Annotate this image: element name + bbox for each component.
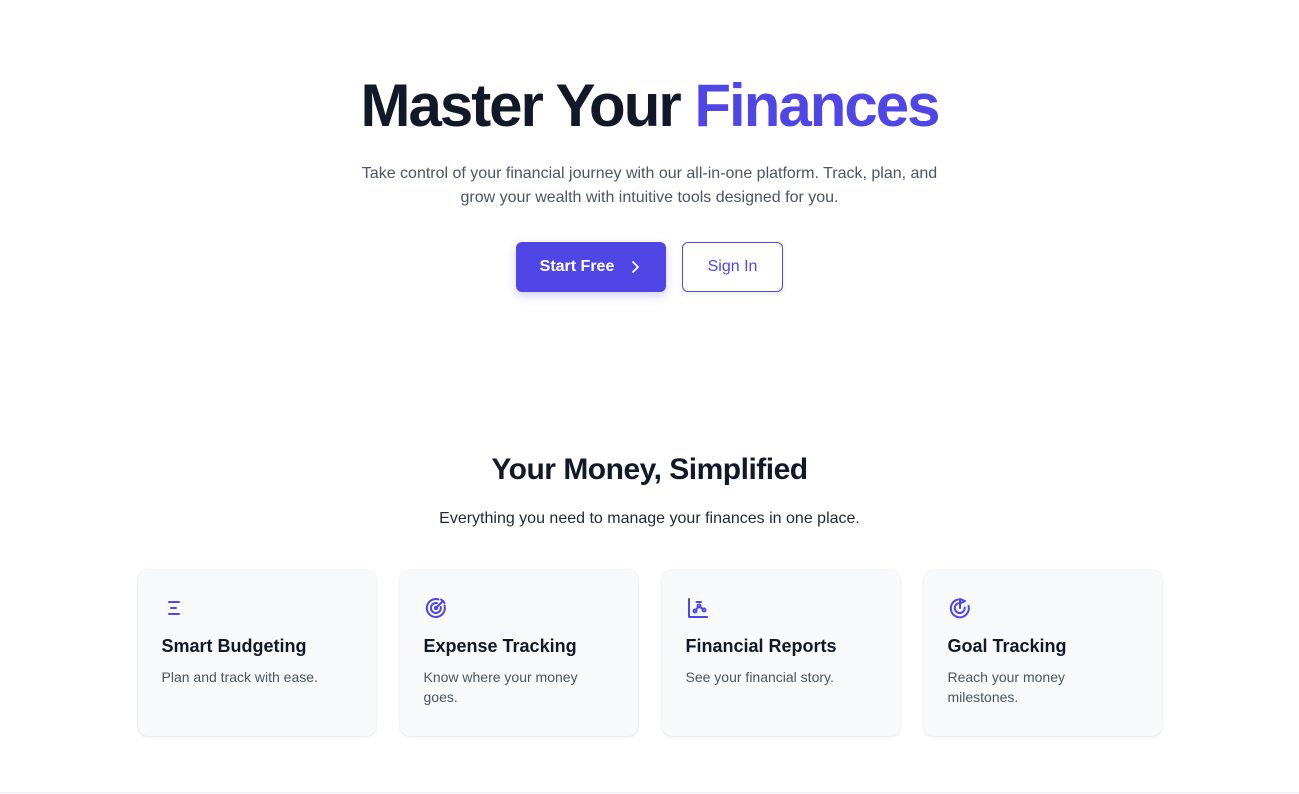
hero-title-main: Master Your bbox=[360, 72, 681, 139]
card-title: Goal Tracking bbox=[947, 636, 1067, 656]
feature-card-goal-tracking: Goal Tracking Reach your money milestone… bbox=[923, 570, 1162, 736]
hero-title-accent: Finances bbox=[694, 72, 940, 139]
card-desc: Know where your money goes. bbox=[423, 669, 578, 705]
start-free-button[interactable]: Start Free bbox=[516, 242, 666, 292]
card-title: Smart Budgeting bbox=[161, 636, 307, 656]
start-free-label: Start Free bbox=[539, 258, 615, 275]
feature-card-smart-budgeting: Smart Budgeting Plan and track with ease… bbox=[137, 570, 376, 736]
feature-card-expense-tracking: Expense Tracking Know where your money g… bbox=[399, 570, 638, 736]
card-desc: See your financial story. bbox=[685, 669, 834, 685]
section-divider bbox=[0, 792, 1299, 793]
sign-in-button[interactable]: Sign In bbox=[682, 242, 783, 292]
chart-icon bbox=[686, 596, 710, 620]
list-bars-icon bbox=[162, 596, 186, 620]
feature-card-financial-reports: Financial Reports See your financial sto… bbox=[661, 570, 900, 736]
cta-row: Start Free Sign In bbox=[0, 242, 1299, 292]
target-icon bbox=[424, 596, 448, 620]
card-title: Expense Tracking bbox=[423, 636, 577, 656]
features-section: Your Money, Simplified Everything you ne… bbox=[0, 452, 1299, 736]
chevron-right-icon bbox=[632, 261, 640, 273]
features-subtitle: Everything you need to manage your finan… bbox=[439, 510, 860, 527]
card-desc: Plan and track with ease. bbox=[161, 669, 318, 685]
card-title: Financial Reports bbox=[685, 636, 837, 656]
card-desc: Reach your money milestones. bbox=[947, 669, 1066, 705]
features-title: Your Money, Simplified bbox=[491, 453, 808, 486]
goal-icon bbox=[948, 596, 972, 620]
hero-subtitle: Take control of your financial journey w… bbox=[361, 165, 938, 206]
hero-title: Master Your Finances bbox=[0, 74, 1299, 138]
hero-section: Master Your Finances Take control of you… bbox=[0, 0, 1299, 292]
feature-cards: Smart Budgeting Plan and track with ease… bbox=[137, 570, 1162, 736]
